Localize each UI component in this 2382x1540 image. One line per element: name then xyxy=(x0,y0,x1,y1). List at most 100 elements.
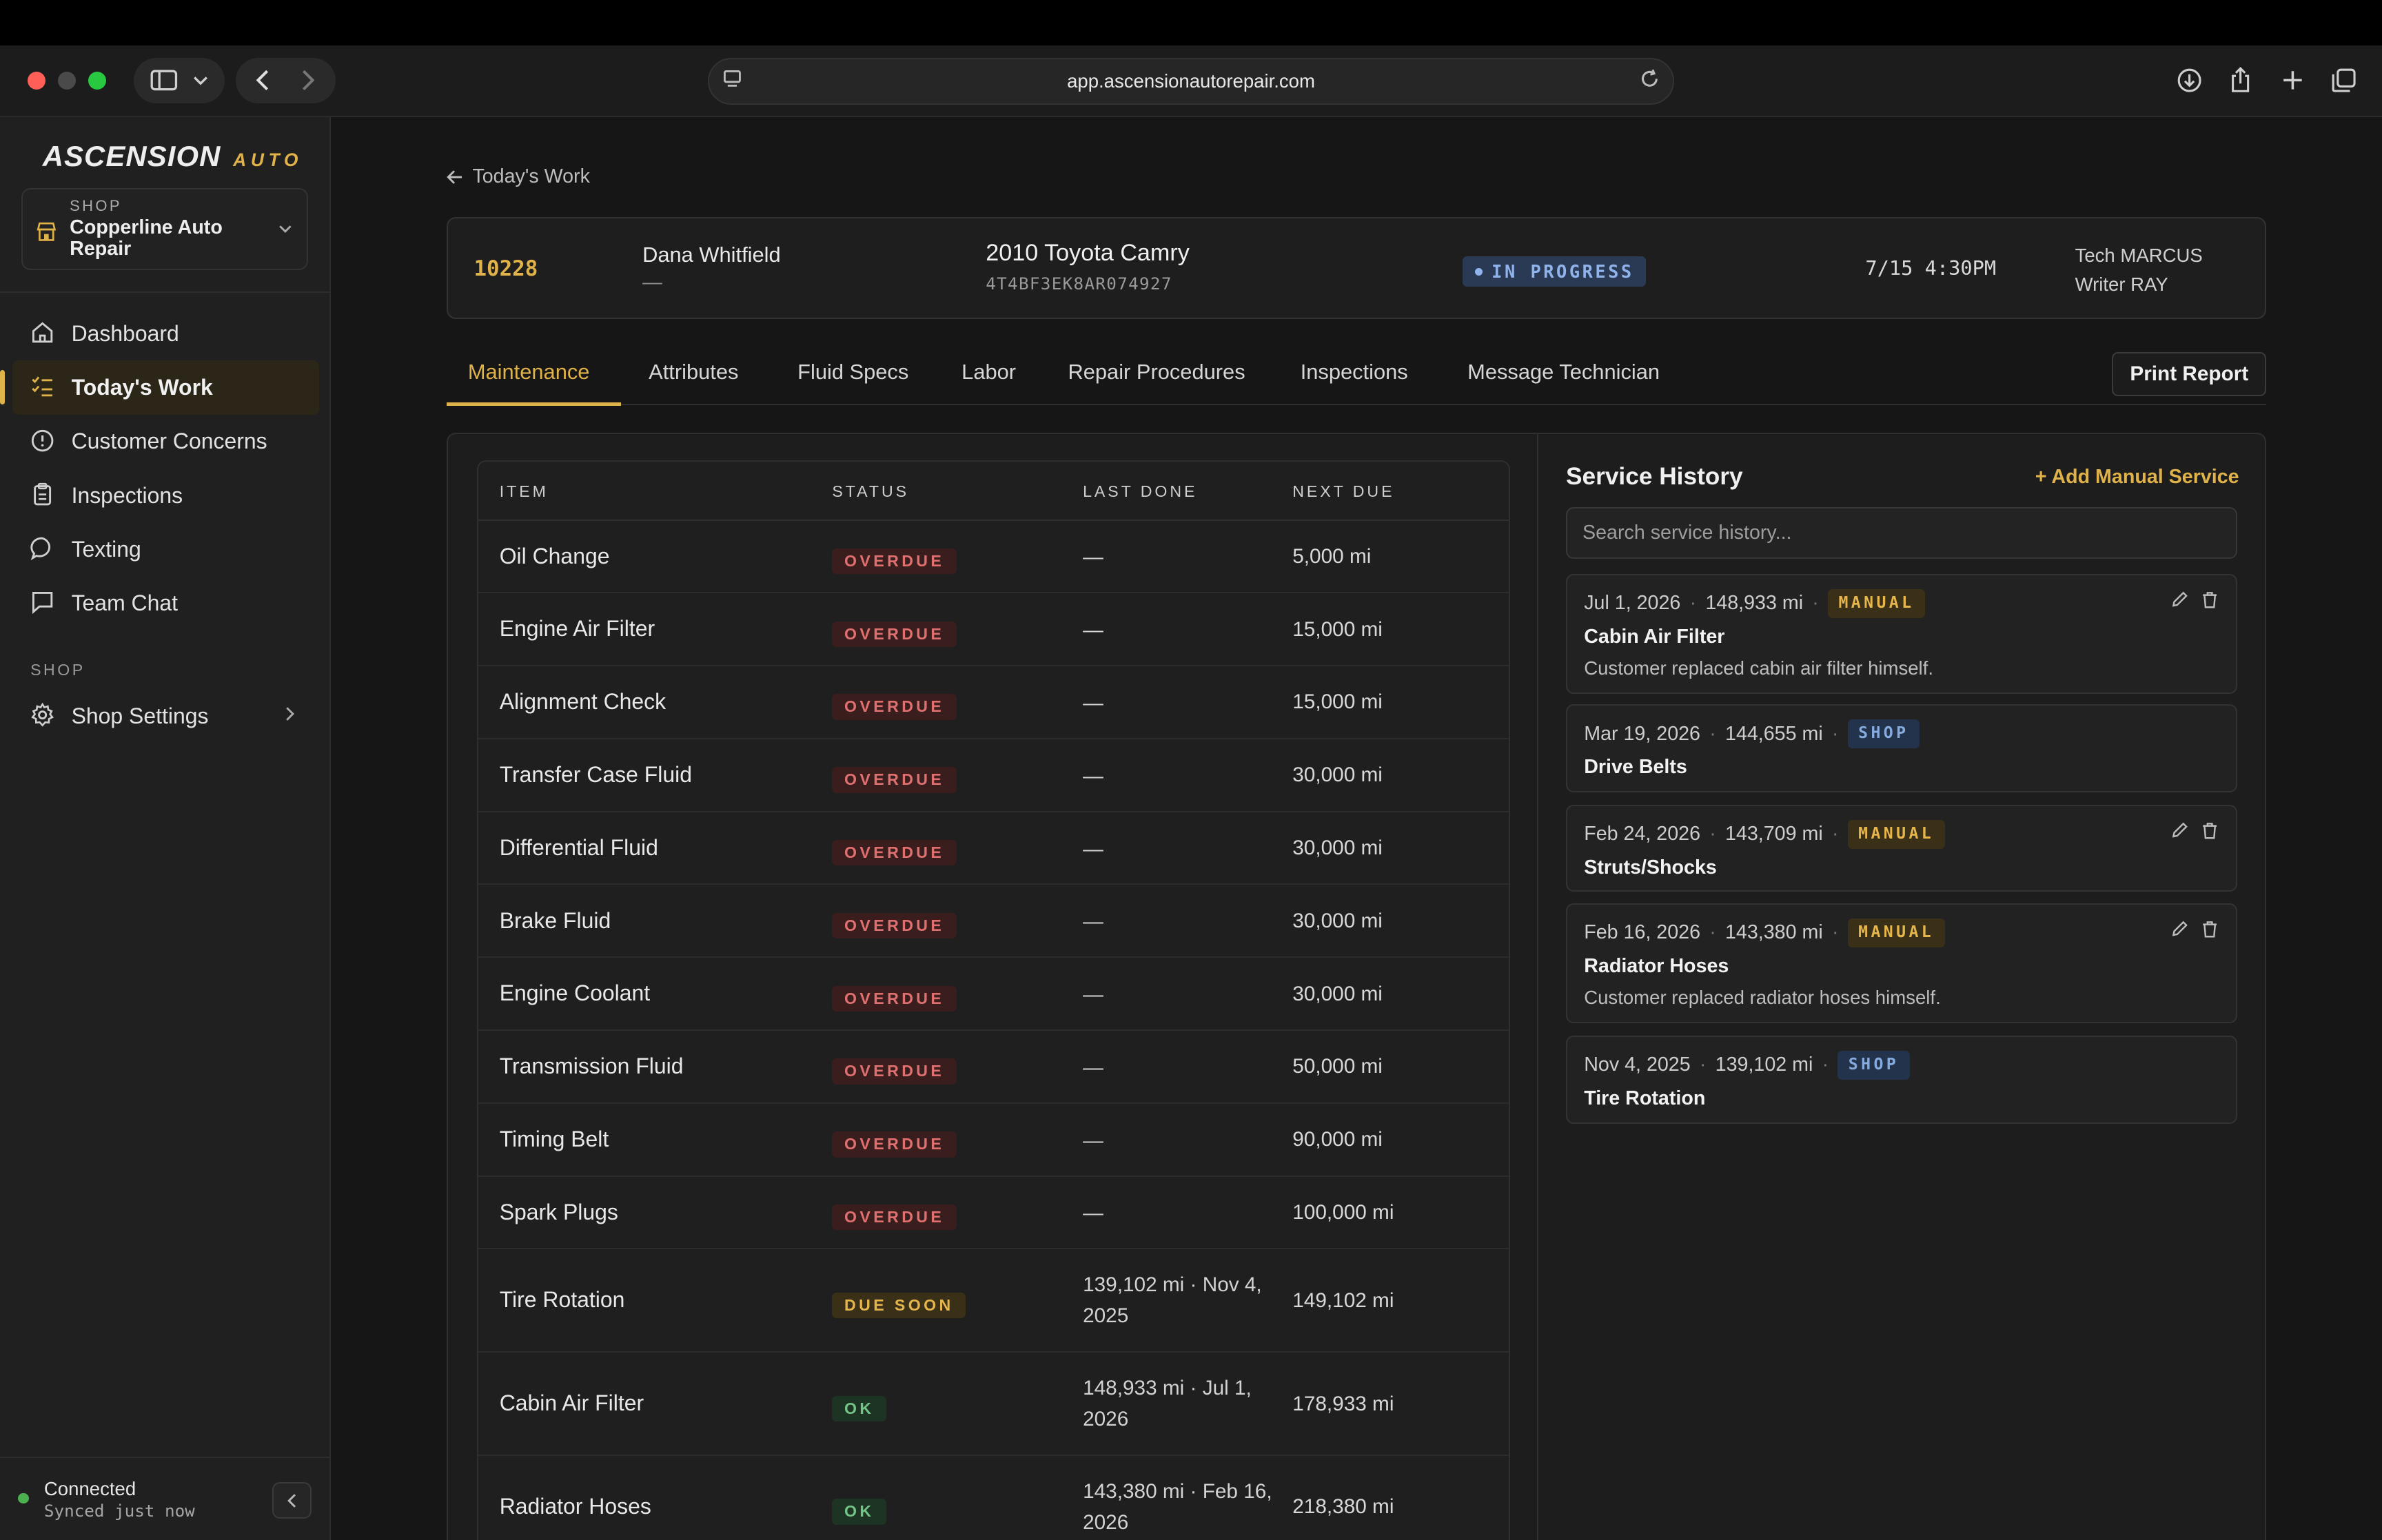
service-history-search-input[interactable]: Search service history... xyxy=(1565,506,2238,559)
history-entry[interactable]: Mar 19, 2026 · 144,655 mi · SHOP Drive Bel… xyxy=(1565,704,2238,793)
sidebar-item-inspections[interactable]: Inspections xyxy=(0,469,331,522)
history-date: Feb 16, 2026 xyxy=(1584,921,1701,944)
tab-inspections[interactable]: Inspections xyxy=(1301,360,1408,384)
tab-message-technician[interactable]: Message Technician xyxy=(1467,360,1660,384)
chevron-right-icon xyxy=(285,705,295,726)
item-name: Engine Air Filter xyxy=(499,616,655,641)
reload-icon[interactable] xyxy=(1639,68,1660,94)
next-due: 5,000 mi xyxy=(1292,544,1372,568)
column-header-status[interactable]: STATUS xyxy=(832,482,909,501)
item-name: Alignment Check xyxy=(499,689,666,715)
item-name: Spark Plugs xyxy=(499,1199,618,1224)
trash-icon[interactable] xyxy=(2201,591,2218,608)
new-tab-icon[interactable] xyxy=(2270,58,2315,103)
tab-labor[interactable]: Labor xyxy=(961,360,1016,384)
customer-name[interactable]: Dana Whitfield xyxy=(642,243,781,267)
status-badge: OVERDUE xyxy=(832,1058,957,1085)
table-row[interactable]: Engine Air Filter OVERDUE — 15,000 mi xyxy=(478,593,1509,667)
history-entry[interactable]: Nov 4, 2025 · 139,102 mi · SHOP Tire Rotat… xyxy=(1565,1035,2238,1124)
history-note: Customer replaced radiator hoses himself… xyxy=(1584,987,1941,1009)
status-cell: OVERDUE xyxy=(832,545,957,575)
tab-maintenance[interactable]: Maintenance xyxy=(468,360,590,384)
status-cell: OVERDUE xyxy=(832,1128,957,1158)
next-due: 178,933 mi xyxy=(1292,1392,1394,1415)
table-row[interactable]: Tire Rotation DUE SOON 139,102 mi · Nov … xyxy=(478,1249,1509,1353)
home-icon xyxy=(32,322,53,343)
nav-section-label: SHOP xyxy=(30,660,85,679)
collapse-sidebar-button[interactable] xyxy=(272,1482,312,1519)
page-settings-icon[interactable] xyxy=(722,68,743,94)
table-row[interactable]: Radiator Hoses OK 143,380 mi · Feb 16, 20… xyxy=(478,1456,1509,1540)
share-icon[interactable] xyxy=(2218,58,2263,103)
brand-logo[interactable]: ASCENSION AUTO xyxy=(43,140,303,173)
last-done: — xyxy=(1083,691,1103,715)
tab-repair-procedures[interactable]: Repair Procedures xyxy=(1068,360,1245,384)
print-report-button[interactable]: Print Report xyxy=(2112,352,2267,397)
sidebar-item-dashboard[interactable]: Dashboard xyxy=(0,307,331,360)
last-done: — xyxy=(1083,983,1103,1007)
history-entry[interactable]: Feb 16, 2026 · 143,380 mi · MANUAL Radiato… xyxy=(1565,903,2238,1024)
item-name: Differential Fluid xyxy=(499,834,658,860)
tab-attributes[interactable]: Attributes xyxy=(649,360,738,384)
minimize-window-button[interactable] xyxy=(57,71,77,90)
work-order-tabs: Maintenance Attributes Fluid Specs Labor… xyxy=(446,345,2267,406)
back-arrow-icon[interactable] xyxy=(255,70,270,91)
table-row[interactable]: Alignment Check OVERDUE — 15,000 mi xyxy=(478,666,1509,739)
address-bar[interactable]: app.ascensionautorepair.com xyxy=(708,57,1674,105)
add-manual-service-button[interactable]: + Add Manual Service xyxy=(2035,466,2239,489)
shop-switcher[interactable]: SHOP Copperline Auto Repair xyxy=(21,188,309,271)
column-header-next-due[interactable]: NEXT DUE xyxy=(1292,482,1394,501)
history-mileage: 148,933 mi xyxy=(1705,592,1804,615)
table-row[interactable]: Spark Plugs OVERDUE — 100,000 mi xyxy=(478,1177,1509,1250)
forward-arrow-icon[interactable] xyxy=(301,70,316,91)
table-row[interactable]: Engine Coolant OVERDUE — 30,000 mi xyxy=(478,958,1509,1031)
status-cell: OVERDUE xyxy=(832,983,957,1012)
sidebar-item-texting[interactable]: Texting xyxy=(0,522,331,576)
table-row[interactable]: Transfer Case Fluid OVERDUE — 30,000 mi xyxy=(478,739,1509,812)
status-badge: OVERDUE xyxy=(832,621,957,648)
column-header-last-done[interactable]: LAST DONE xyxy=(1083,482,1197,501)
service-history-panel: Service History + Add Manual Service Sea… xyxy=(1537,434,2265,1540)
trash-icon[interactable] xyxy=(2201,920,2218,938)
trash-icon[interactable] xyxy=(2201,821,2218,839)
history-date: Feb 24, 2026 xyxy=(1584,823,1701,845)
table-row[interactable]: Cabin Air Filter OK 148,933 mi · Jul 1, 2… xyxy=(478,1353,1509,1457)
last-done: — xyxy=(1083,1202,1103,1225)
work-order-number[interactable]: 10228 xyxy=(474,256,538,281)
promise-time: 7/15 4:30PM xyxy=(1865,256,1997,280)
sidebar-item-label: Customer Concerns xyxy=(71,429,267,454)
app-sidebar: ASCENSION AUTO SHOP Copperline Auto Repa… xyxy=(0,116,332,1540)
sidebar-item-team-chat[interactable]: Team Chat xyxy=(0,576,331,630)
column-header-item[interactable]: ITEM xyxy=(500,482,549,501)
tab-fluid-specs[interactable]: Fluid Specs xyxy=(797,360,908,384)
connection-status: Connected xyxy=(43,1477,136,1499)
history-entry[interactable]: Feb 24, 2026 · 143,709 mi · MANUAL Struts/… xyxy=(1565,804,2238,892)
table-row[interactable]: Brake Fluid OVERDUE — 30,000 mi xyxy=(478,885,1509,958)
source-badge: SHOP xyxy=(1847,719,1920,749)
edit-pencil-icon[interactable] xyxy=(2170,821,2188,839)
table-row[interactable]: Oil Change OVERDUE — 5,000 mi xyxy=(478,521,1509,594)
status-badge[interactable]: IN PROGRESS xyxy=(1463,256,1647,287)
table-row[interactable]: Differential Fluid OVERDUE — 30,000 mi xyxy=(478,812,1509,885)
status-badge: DUE SOON xyxy=(832,1292,966,1319)
zoom-window-button[interactable] xyxy=(88,71,107,90)
next-due: 50,000 mi xyxy=(1292,1055,1383,1078)
sidebar-item-shop-settings[interactable]: Shop Settings xyxy=(0,690,331,743)
sidebar-item-todays-work[interactable]: Today's Work xyxy=(0,360,319,415)
status-cell: OK xyxy=(832,1495,887,1525)
history-entry[interactable]: Jul 1, 2026 · 148,933 mi · MANUAL Cabin Ai… xyxy=(1565,573,2238,695)
edit-pencil-icon[interactable] xyxy=(2170,920,2188,938)
table-row[interactable]: Timing Belt OVERDUE — 90,000 mi xyxy=(478,1104,1509,1177)
table-row[interactable]: Transmission Fluid OVERDUE — 50,000 mi xyxy=(478,1031,1509,1104)
sidebar-item-label: Inspections xyxy=(71,482,183,508)
back-link[interactable]: Today's Work xyxy=(447,165,590,188)
back-link-label: Today's Work xyxy=(472,165,590,188)
close-window-button[interactable] xyxy=(27,71,46,90)
sidebar-toggle-button[interactable] xyxy=(133,57,225,103)
status-cell: OVERDUE xyxy=(832,690,957,720)
edit-pencil-icon[interactable] xyxy=(2170,591,2188,608)
item-name: Brake Fluid xyxy=(499,907,611,933)
downloads-icon[interactable] xyxy=(2166,58,2212,103)
sidebar-item-customer-concerns[interactable]: Customer Concerns xyxy=(0,415,331,469)
tab-overview-icon[interactable] xyxy=(2321,58,2367,103)
